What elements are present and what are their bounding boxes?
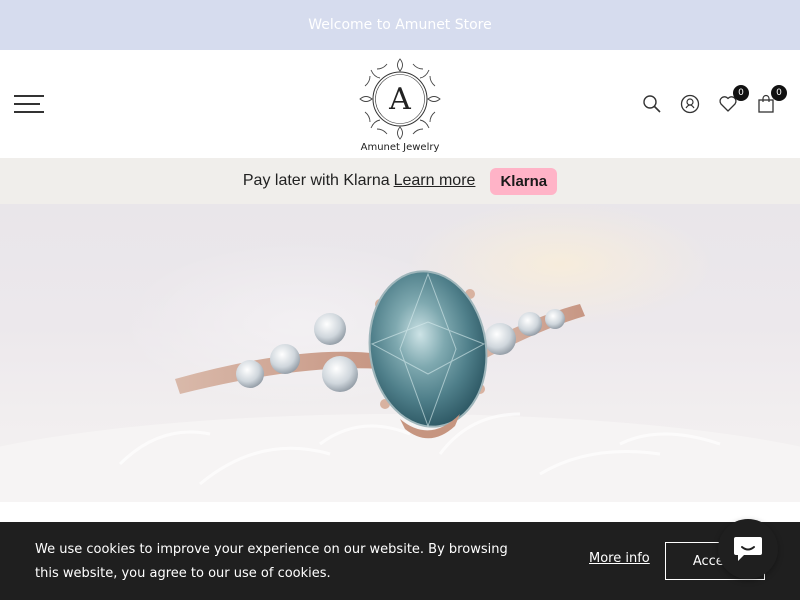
chat-icon[interactable] xyxy=(718,519,778,579)
ring-illustration xyxy=(0,270,800,502)
logo-letter: A xyxy=(388,82,411,117)
cart-bag-icon[interactable]: 0 xyxy=(756,85,787,116)
search-icon[interactable] xyxy=(642,94,664,116)
hamburger-menu-icon[interactable] xyxy=(14,95,46,113)
logo-emblem: A xyxy=(359,58,441,140)
site-header: A Amunet Jewelry 0 0 xyxy=(0,50,800,158)
wishlist-heart-icon[interactable]: 0 xyxy=(718,85,749,116)
hero-banner-image[interactable] xyxy=(0,204,800,502)
cookie-banner: We use cookies to improve your experienc… xyxy=(0,522,800,600)
klarna-promo-bar: Pay later with Klarna Learn more Klarna xyxy=(0,158,800,204)
announcement-bar: Welcome to Amunet Store xyxy=(0,0,800,50)
account-icon[interactable] xyxy=(680,94,702,116)
hero-bottom-spacer xyxy=(0,502,800,522)
cart-count-badge: 0 xyxy=(771,85,787,101)
announcement-text: Welcome to Amunet Store xyxy=(308,17,492,33)
cookie-more-info-link[interactable]: More info xyxy=(589,551,650,566)
klarna-learn-more-link[interactable]: Learn more xyxy=(394,172,476,190)
logo-text: Amunet Jewelry xyxy=(360,142,440,153)
klarna-badge: Klarna xyxy=(490,167,558,195)
wishlist-count-badge: 0 xyxy=(733,85,749,101)
cookie-message: We use cookies to improve your experienc… xyxy=(35,542,508,581)
site-logo[interactable]: A Amunet Jewelry xyxy=(350,56,450,156)
klarna-text: Pay later with Klarna xyxy=(242,172,390,189)
